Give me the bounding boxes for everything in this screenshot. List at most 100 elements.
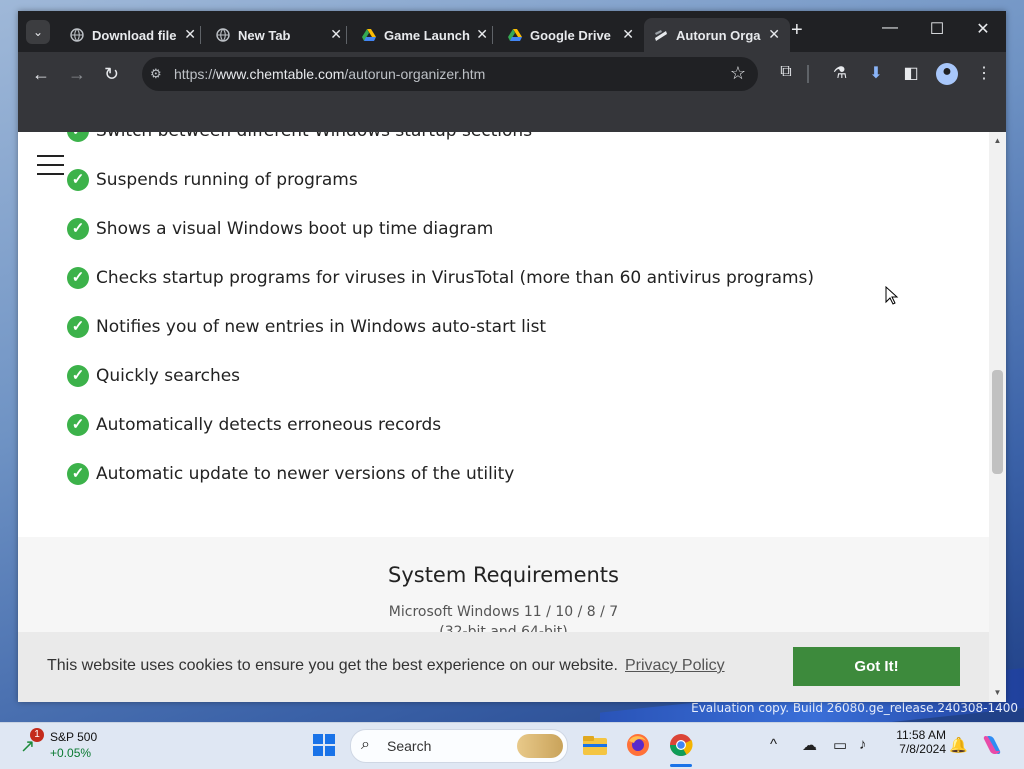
url-domain: www.chemtable.com — [216, 66, 345, 82]
reload-button[interactable]: ↻ — [104, 64, 119, 85]
tab-download-file[interactable]: Download file ✕ — [60, 18, 206, 52]
url-path: /autorun-organizer.htm — [344, 66, 486, 82]
tab-autorun-organizer[interactable]: Autorun Orga ✕ — [644, 18, 790, 52]
site-favicon-icon — [655, 30, 667, 41]
tab-title: Game Launch — [384, 28, 470, 43]
globe-icon — [70, 28, 84, 42]
search-highlight-art — [517, 734, 563, 758]
google-drive-icon — [362, 29, 376, 41]
toolbar-divider — [807, 65, 809, 83]
tab-close-icon[interactable]: ✕ — [476, 26, 488, 43]
google-drive-icon — [508, 29, 522, 41]
sysreq-heading: System Requirements — [388, 563, 619, 587]
tab-title: New Tab — [238, 28, 291, 43]
bookmark-bar — [18, 96, 1006, 132]
feature-text: Notifies you of new entries in Windows a… — [96, 317, 547, 337]
side-panel-icon[interactable]: ◧ — [900, 63, 922, 85]
taskbar: ↗ 1 S&P 500 +0.05% ⌕ Search ^ ☁ ▭ ♪ 11:5… — [0, 722, 1024, 769]
search-label: Search — [387, 738, 432, 754]
feature-text: Shows a visual Windows boot up time diag… — [96, 219, 494, 239]
download-icon[interactable]: ⬇ — [865, 63, 887, 85]
widget-ticker: S&P 500 — [50, 730, 98, 744]
site-info-icon[interactable]: ⚙ — [150, 66, 166, 82]
mouse-cursor-icon — [885, 286, 899, 305]
scroll-down-arrow-icon[interactable]: ▼ — [989, 688, 1006, 697]
maximize-button[interactable]: ☐ — [917, 19, 957, 39]
running-indicator — [670, 764, 692, 767]
labs-flask-icon[interactable]: ⚗ — [829, 63, 851, 85]
checkmark-icon: ✓ — [67, 267, 89, 289]
tab-close-icon[interactable]: ✕ — [768, 26, 780, 43]
tab-google-drive[interactable]: Google Drive ✕ — [498, 18, 644, 52]
notification-badge: 1 — [30, 728, 44, 742]
checkmark-icon: ✓ — [67, 316, 89, 338]
profile-avatar-icon[interactable]: ● — [936, 63, 958, 85]
page-viewport: ✓ Switch between different Windows start… — [18, 132, 989, 702]
bookmark-star-icon[interactable]: ☆ — [730, 63, 746, 84]
tab-strip: ⌄ Download file ✕ New Tab ✕ Game Launch … — [18, 11, 1006, 52]
feature-text: Suspends running of programs — [96, 170, 358, 190]
checkmark-icon: ✓ — [67, 365, 89, 387]
privacy-policy-link[interactable]: Privacy Policy — [625, 657, 725, 675]
address-bar[interactable]: ⚙ https://www.chemtable.com/autorun-orga… — [142, 57, 758, 91]
cookie-banner: This website uses cookies to ensure you … — [18, 632, 989, 702]
chrome-window: ⌄ Download file ✕ New Tab ✕ Game Launch … — [18, 11, 1006, 702]
sysreq-os: Microsoft Windows 11 / 10 / 8 / 7 — [388, 604, 619, 620]
file-explorer-icon[interactable] — [581, 732, 609, 758]
checkmark-icon: ✓ — [67, 414, 89, 436]
feature-text: Automatically detects erroneous records — [96, 415, 442, 435]
globe-icon — [216, 28, 230, 42]
hamburger-menu-icon[interactable] — [37, 155, 64, 182]
menu-kebab-icon[interactable]: ⋮ — [973, 63, 995, 85]
tab-separator — [346, 26, 347, 44]
forward-button[interactable]: → — [68, 64, 86, 85]
onedrive-icon[interactable]: ☁ — [802, 736, 817, 754]
evaluation-watermark: Evaluation copy. Build 26080.ge_release.… — [691, 701, 1018, 715]
cookie-message: This website uses cookies to ensure you … — [47, 657, 618, 674]
tab-title: Download file — [92, 28, 177, 43]
new-tab-button[interactable]: + — [791, 19, 803, 42]
tab-new-tab[interactable]: New Tab ✕ — [206, 18, 352, 52]
checkmark-icon: ✓ — [67, 169, 89, 191]
scrollbar-thumb[interactable] — [992, 370, 1003, 474]
browser-toolbar: ← → ↻ ⚙ https://www.chemtable.com/autoru… — [18, 52, 1006, 96]
tab-title: Google Drive — [530, 28, 611, 43]
widget-change: +0.05% — [50, 746, 92, 760]
extensions-icon[interactable]: ⧉ — [775, 63, 797, 85]
scroll-up-arrow-icon[interactable]: ▲ — [989, 136, 1006, 145]
tab-title: Autorun Orga — [676, 28, 761, 43]
tab-separator — [492, 26, 493, 44]
checkmark-icon: ✓ — [67, 463, 89, 485]
checkmark-icon: ✓ — [67, 218, 89, 240]
url-scheme: https:// — [174, 66, 217, 82]
minimize-button[interactable]: — — [870, 19, 910, 37]
cookie-accept-button[interactable]: Got It! — [793, 647, 960, 686]
clock-date: 7/8/2024 — [899, 742, 946, 756]
close-window-button[interactable]: ✕ — [963, 19, 1003, 39]
chrome-icon[interactable] — [667, 732, 695, 758]
clock-time: 11:58 AM — [896, 728, 946, 742]
tab-close-icon[interactable]: ✕ — [184, 26, 196, 43]
search-icon: ⌕ — [361, 736, 370, 753]
firefox-icon[interactable] — [624, 732, 652, 758]
tab-close-icon[interactable]: ✕ — [330, 26, 342, 43]
feature-text: Automatic update to newer versions of th… — [96, 464, 515, 484]
tab-game-launch[interactable]: Game Launch ✕ — [352, 18, 498, 52]
tab-separator — [200, 26, 201, 44]
copilot-icon[interactable] — [980, 733, 1004, 757]
volume-icon[interactable]: ♪ — [859, 736, 867, 753]
notification-bell-icon[interactable]: 🔔 — [949, 736, 968, 754]
clock[interactable]: 11:58 AM 7/8/2024 — [882, 728, 946, 756]
feature-text: Switch between different Windows startup… — [96, 132, 532, 141]
network-icon[interactable]: ▭ — [833, 736, 847, 754]
tab-search-button[interactable]: ⌄ — [26, 20, 50, 44]
checkmark-icon: ✓ — [67, 132, 89, 142]
feature-text: Quickly searches — [96, 366, 241, 386]
taskbar-search[interactable]: ⌕ Search — [350, 729, 568, 763]
start-button[interactable] — [313, 734, 335, 756]
feature-text: Checks startup programs for viruses in V… — [96, 268, 815, 288]
page-scrollbar[interactable]: ▲ ▼ — [989, 132, 1006, 702]
tab-close-icon[interactable]: ✕ — [622, 26, 634, 43]
back-button[interactable]: ← — [32, 64, 50, 85]
chevron-up-icon[interactable]: ^ — [770, 736, 777, 753]
